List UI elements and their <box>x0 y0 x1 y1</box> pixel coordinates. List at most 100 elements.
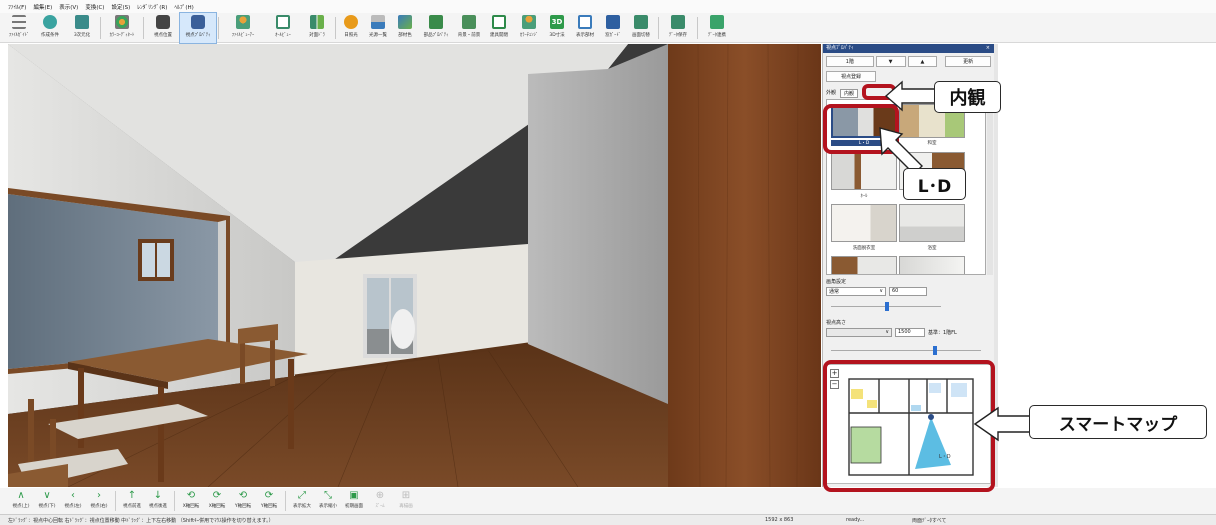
floor-row: 1階 ▼ ▲ 更新 <box>826 56 992 68</box>
toolbar-light-list-button[interactable]: 光源一覧 <box>364 13 392 43</box>
view-down-button[interactable]: ∨ 視点(下) <box>34 488 60 514</box>
thumbnail-more-1[interactable] <box>831 256 897 274</box>
height-value-input[interactable]: 1500 <box>895 328 925 337</box>
height-slider-track[interactable] <box>831 350 981 351</box>
x-rotate-ccw-button[interactable]: ⟲ X軸回転 <box>178 488 204 514</box>
toolbar-color-change-button[interactable]: ｶﾗｰﾁｪﾝｼﾞ <box>514 13 544 43</box>
tab-exterior[interactable]: 外観 <box>826 89 836 98</box>
thumbnail-washroom[interactable] <box>831 204 897 242</box>
toolbar-background-button[interactable]: 背景・前景 <box>454 13 484 43</box>
viewpoint-register-button[interactable]: 視点登録 <box>826 71 876 82</box>
tab-interior[interactable]: 内観 <box>840 89 859 98</box>
chevron-down-icon: ∨ <box>885 329 889 335</box>
toolbar-file-guide-button[interactable]: ﾌｧｲﾙｶﾞｲﾄﾞ <box>4 13 34 43</box>
panel-close-icon[interactable]: × <box>986 44 990 53</box>
toolbar-screen-switch-button[interactable]: 画面切替 <box>626 13 656 43</box>
menu-help[interactable]: ﾍﾙﾌﾟ(H) <box>174 3 193 11</box>
fov-value-input[interactable]: 60 <box>889 287 927 296</box>
thumbnail-more-2[interactable] <box>899 256 965 274</box>
toolbar-file-viewer-button[interactable]: ﾌｧｲﾙﾋﾞｭｰｱｰ <box>221 13 265 43</box>
status-state: ready... <box>846 517 865 523</box>
thumbnail-bathroom[interactable] <box>899 204 965 242</box>
toolbar-separator <box>100 17 101 39</box>
menu-file[interactable]: ﾌｧｲﾙ(F) <box>8 3 26 11</box>
toolbar-window-guard-button[interactable]: 窓ｶﾞｰﾄﾞ <box>600 13 626 43</box>
y-rotate-cw-button[interactable]: ⟳ Y軸回転 <box>256 488 282 514</box>
floor-select[interactable]: 1階 <box>826 56 874 67</box>
x-rotate-cw-button[interactable]: ⟳ X軸回転 <box>204 488 230 514</box>
toolbar-display-parts-button[interactable]: 表示部材 <box>570 13 600 43</box>
ld-thumbnail-highlight <box>823 104 899 154</box>
toolbar-parts-properties-button[interactable]: 部品ﾌﾟﾛﾊﾟﾃｨ <box>418 13 454 43</box>
view-left-button[interactable]: ‹ 視点(左) <box>60 488 86 514</box>
triangle-down-icon: ▼ <box>888 58 893 65</box>
switch-icon <box>634 15 648 29</box>
height-slider-thumb[interactable] <box>933 346 937 355</box>
thumbnail-hall-label: ﾎｰﾙ <box>860 194 868 199</box>
redraw-button[interactable]: ⊞ 再描画 <box>393 488 419 514</box>
view-tabs: 外観 内観 <box>826 89 859 98</box>
floor-up-button[interactable]: ▲ <box>907 56 938 67</box>
3d-room-render <box>8 44 821 487</box>
menu-rendering[interactable]: ﾚﾝﾀﾞﾘﾝｸﾞ(R) <box>137 3 167 11</box>
callout-ld: L･D <box>903 168 966 200</box>
view-up-button[interactable]: ∧ 視点(上) <box>8 488 34 514</box>
home-view-icon: ▣ <box>349 490 359 501</box>
thumbnail-scrollbar[interactable] <box>987 99 993 275</box>
toolbar-3d-button[interactable]: 3次元化 <box>66 13 98 43</box>
expand-icon: ⤢ <box>298 490 306 501</box>
height-base-label: 基準：1階FL <box>928 330 957 336</box>
menu-edit[interactable]: 編集(E) <box>33 3 52 11</box>
toolbar-face-drag-button[interactable]: 対面ﾄﾞﾗ <box>301 13 333 43</box>
save-icon <box>671 15 685 29</box>
menu-settings[interactable]: 設定(S) <box>111 3 130 11</box>
chevron-down-icon: ∨ <box>43 490 51 501</box>
zoom-out-button[interactable]: ⤡ 表示縮小 <box>315 488 341 514</box>
initial-view-button[interactable]: ▣ 初期画面 <box>341 488 367 514</box>
toolbar-all-view-button[interactable]: ｵｰﾙﾋﾞｭｰ <box>265 13 301 43</box>
3d-viewport[interactable] <box>8 44 821 487</box>
toolbar-door-button[interactable]: 建具開閉 <box>484 13 514 43</box>
rotate-ccw-icon: ⟲ <box>186 490 196 501</box>
fov-slider-thumb[interactable] <box>885 302 889 311</box>
window-guard-icon <box>606 15 620 29</box>
toolbar-3d-dimension-button[interactable]: 3D 3D寸法 <box>544 13 570 43</box>
navigation-toolbar: ∧ 視点(上) ∨ 視点(下) ‹ 視点(左) › 視点(右) ↑ 視点前進 ↓ 視点後進 … <box>0 488 1216 514</box>
status-bar: 左ﾄﾞﾗｯｸﾞ：視点中心回転 右ﾄﾞﾗｯｸﾞ：視点位置移動 中ﾄﾞﾗｯｸﾞ：上下… <box>0 514 1216 525</box>
fov-mode-select[interactable]: 通常 ∨ <box>826 287 886 296</box>
toolbar-material-color-button[interactable]: 部材色 <box>392 13 418 43</box>
link-icon <box>710 15 724 29</box>
toolbar-data-link-button[interactable]: ﾃﾞｰﾀ連携 <box>700 13 734 43</box>
menu-view[interactable]: 表示(V) <box>59 3 78 11</box>
sun-icon <box>344 15 358 29</box>
callout-smart-map: スマートマップ <box>1029 405 1207 439</box>
floor-down-button[interactable]: ▼ <box>875 56 906 67</box>
toolbar-data-save-button[interactable]: ﾃﾞｰﾀ保存 <box>661 13 695 43</box>
zoom-button[interactable]: ⊕ ｽﾞｰﾑ <box>367 488 393 514</box>
toolbar-viewpoint-properties-button[interactable]: 視点ﾌﾟﾛﾊﾟﾃｨ <box>179 12 217 44</box>
toolbar-conditions-button[interactable]: 作成条件 <box>34 13 66 43</box>
move-forward-button[interactable]: ↑ 視点前進 <box>119 488 145 514</box>
chevron-down-icon: ∨ <box>879 288 883 294</box>
update-button[interactable]: 更新 <box>945 56 992 67</box>
window-icon <box>276 15 290 29</box>
door-icon <box>492 15 506 29</box>
material-icon <box>398 15 412 29</box>
zoom-in-button[interactable]: ⤢ 表示拡大 <box>289 488 315 514</box>
thumbnail-washroom-label: 洗面脱衣室 <box>852 246 876 251</box>
toolbar-separator <box>115 491 116 511</box>
menu-convert[interactable]: 変換(C) <box>85 3 104 11</box>
3d-icon: 3D <box>550 15 564 29</box>
height-mode-select[interactable]: ∨ <box>826 328 892 337</box>
toolbar-sunlight-button[interactable]: 日照光 <box>338 13 364 43</box>
y-rotate-ccw-button[interactable]: ⟲ Y軸回転 <box>230 488 256 514</box>
move-backward-button[interactable]: ↓ 視点後進 <box>145 488 171 514</box>
toolbar-color-coordinate-button[interactable]: ｶﾗｰｺｰﾃﾞｨﾈｰﾄ <box>103 13 141 43</box>
toolbar-viewpoint-position-button[interactable]: 視点位置 <box>146 13 180 43</box>
toolbar-separator <box>658 17 659 39</box>
panel-title: 視点ﾌﾟﾛﾊﾟﾃｨ <box>826 45 854 51</box>
redraw-icon: ⊞ <box>401 490 411 501</box>
thumbnail-hall[interactable] <box>831 152 897 190</box>
view-right-button[interactable]: › 視点(右) <box>86 488 112 514</box>
fov-label: 画角設定 <box>826 279 847 285</box>
